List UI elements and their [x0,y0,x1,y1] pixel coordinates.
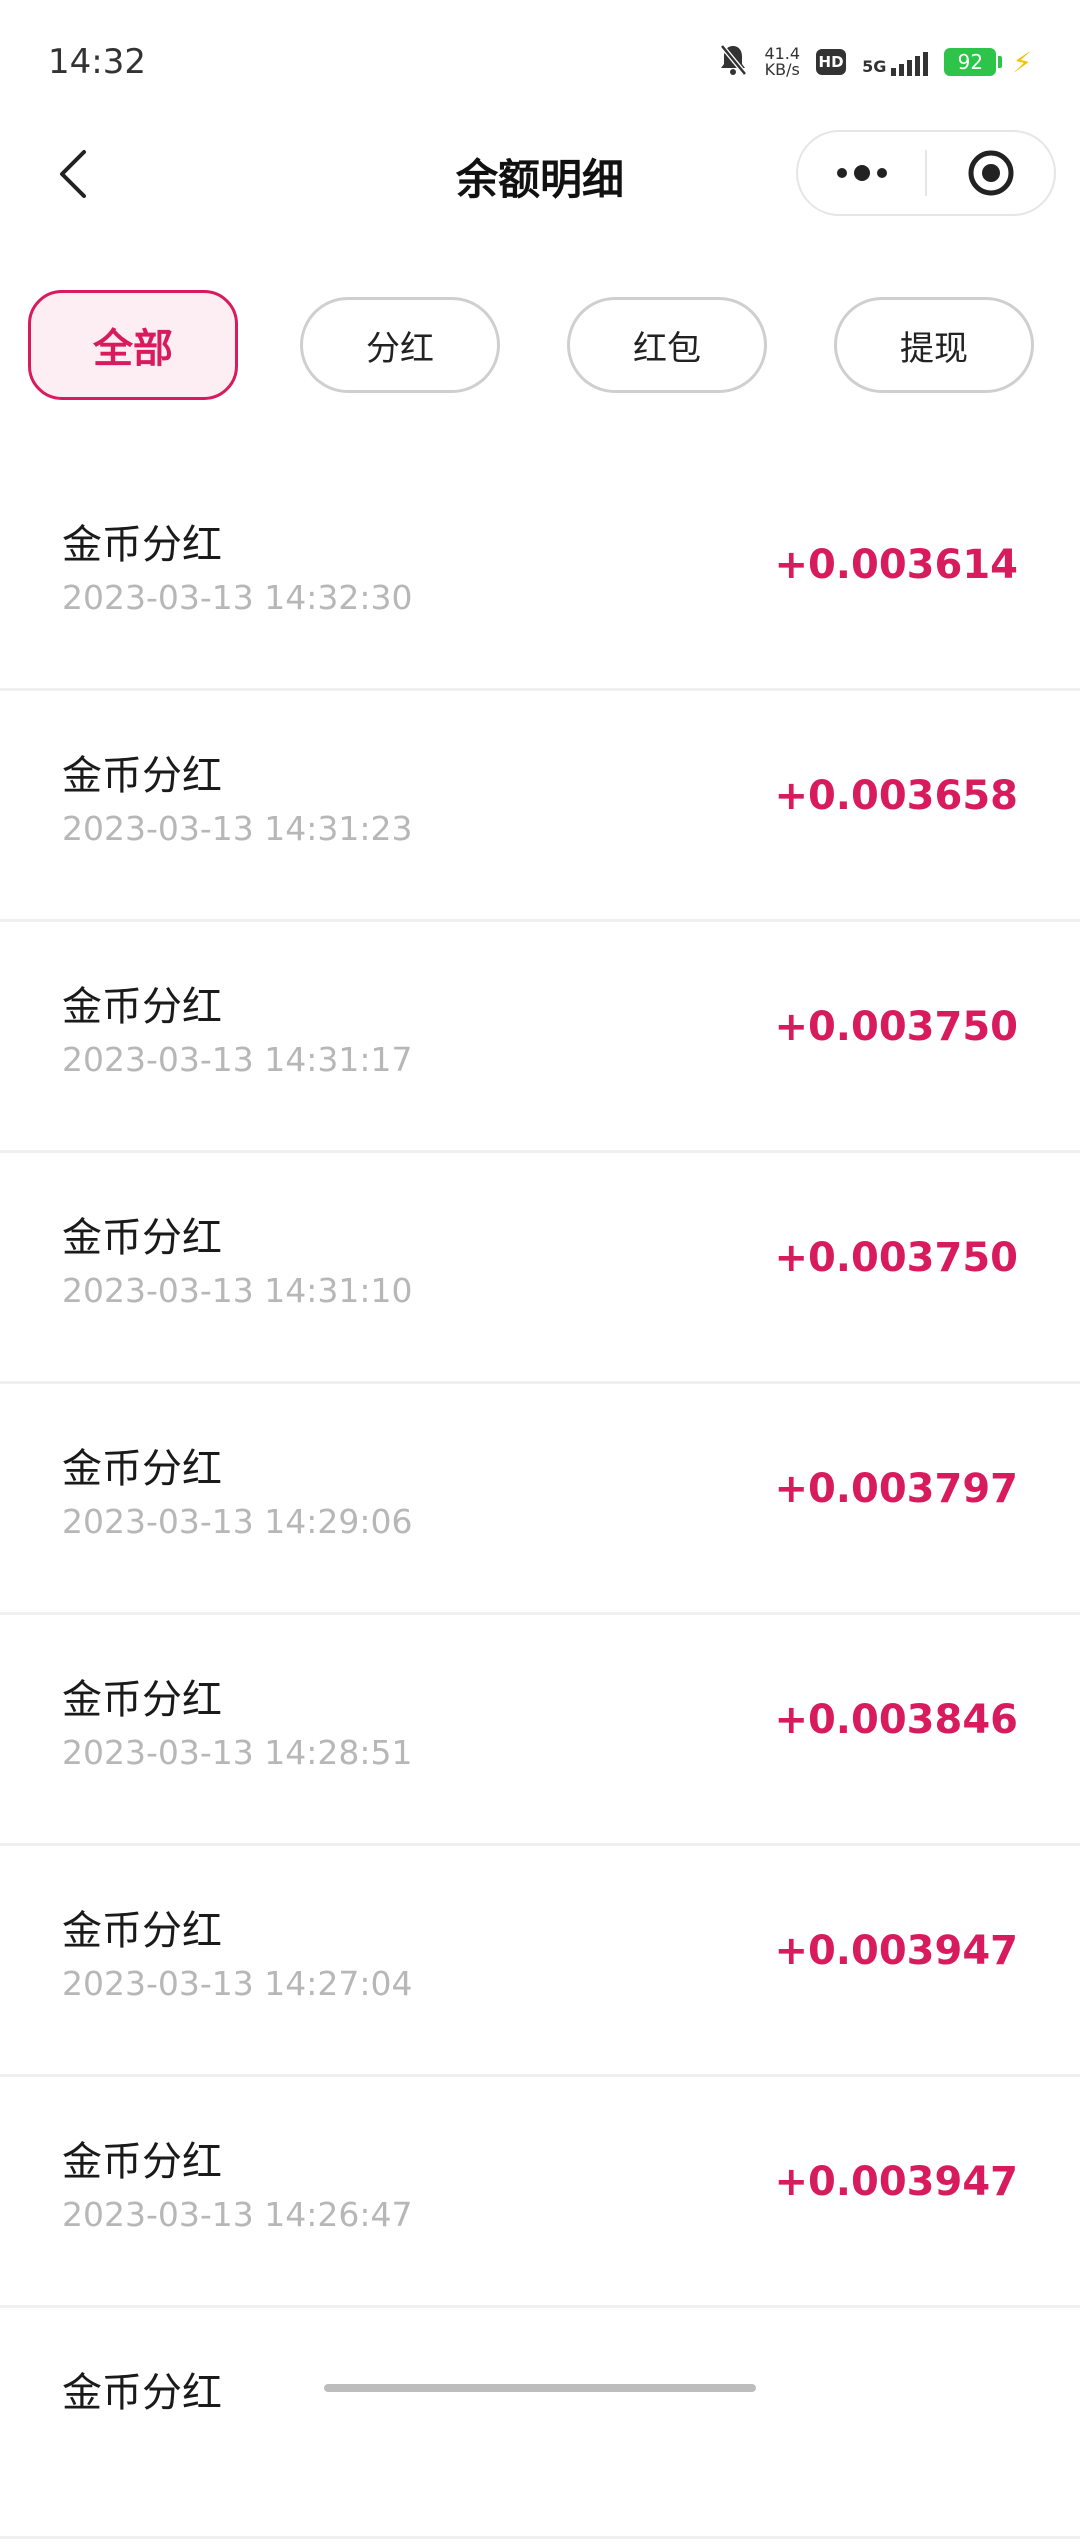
list-item[interactable]: 金币分红 [0,2308,1080,2539]
record-amount: +0.003750 [774,1235,1018,1281]
record-amount: +0.003947 [774,2159,1018,2205]
charging-icon: ⚡ [1012,45,1032,79]
list-item[interactable]: 金币分红 2023-03-13 14:29:06 +0.003797 [0,1384,1080,1615]
record-title: 金币分红 [62,984,222,1030]
record-time: 2023-03-13 14:31:10 [62,1271,413,1310]
battery-icon: 92 [944,48,1003,76]
signal-icon: 5G [862,48,929,76]
record-time: 2023-03-13 14:27:04 [62,1964,413,2003]
bell-off-icon [718,43,748,81]
record-amount: +0.003846 [774,1697,1018,1743]
record-time: 2023-03-13 14:32:30 [62,578,413,617]
status-bar: 14:32 41.4 KB/s HD 5G 92 ⚡ [0,0,1080,124]
record-title: 金币分红 [62,1908,222,1954]
network-type: 5G [862,57,887,76]
close-miniprogram-button[interactable] [927,132,1054,214]
nav-bar: 余额明细 [0,124,1080,224]
record-amount: +0.003750 [774,1004,1018,1050]
list-item[interactable]: 金币分红 2023-03-13 14:31:10 +0.003750 [0,1153,1080,1384]
list-item[interactable]: 金币分红 2023-03-13 14:31:23 +0.003658 [0,691,1080,922]
record-time: 2023-03-13 14:31:17 [62,1040,413,1079]
tab-all[interactable]: 全部 [28,290,238,400]
status-time: 14:32 [48,42,146,82]
mini-program-capsule [796,130,1056,216]
balance-record-list: 金币分红 2023-03-13 14:32:30 +0.003614 金币分红 … [0,460,1080,2539]
record-title: 金币分红 [62,522,222,568]
filter-tabs: 全部 分红 红包 提现 [0,290,1080,402]
record-time: 2023-03-13 14:31:23 [62,809,413,848]
record-time: 2023-03-13 14:28:51 [62,1733,413,1772]
list-item[interactable]: 金币分红 2023-03-13 14:31:17 +0.003750 [0,922,1080,1153]
tab-red-packet[interactable]: 红包 [567,297,767,393]
list-item[interactable]: 金币分红 2023-03-13 14:28:51 +0.003846 [0,1615,1080,1846]
record-amount: +0.003658 [774,773,1018,819]
record-title: 金币分红 [62,2139,222,2185]
record-title: 金币分红 [62,2370,222,2416]
record-time: 2023-03-13 14:29:06 [62,1502,413,1541]
target-icon [968,150,1013,196]
record-time: 2023-03-13 14:26:47 [62,2195,413,2234]
record-title: 金币分红 [62,1446,222,1492]
list-item[interactable]: 金币分红 2023-03-13 14:32:30 +0.003614 [0,460,1080,691]
record-title: 金币分红 [62,1215,222,1261]
status-icons: 41.4 KB/s HD 5G 92 ⚡ [718,43,1032,81]
list-item[interactable]: 金币分红 2023-03-13 14:27:04 +0.003947 [0,1846,1080,2077]
record-amount: +0.003614 [774,542,1018,588]
net-speed: 41.4 KB/s [764,44,801,79]
record-title: 金币分红 [62,1677,222,1723]
tab-dividend[interactable]: 分红 [300,297,500,393]
record-amount: +0.003947 [774,1928,1018,1974]
hd-icon: HD [816,49,847,75]
home-indicator[interactable] [324,2384,756,2392]
list-item[interactable]: 金币分红 2023-03-13 14:26:47 +0.003947 [0,2077,1080,2308]
more-button[interactable] [798,132,925,214]
more-dots-icon [836,165,887,181]
record-title: 金币分红 [62,753,222,799]
tab-withdraw[interactable]: 提现 [834,297,1034,393]
record-amount: +0.003797 [774,1466,1018,1512]
